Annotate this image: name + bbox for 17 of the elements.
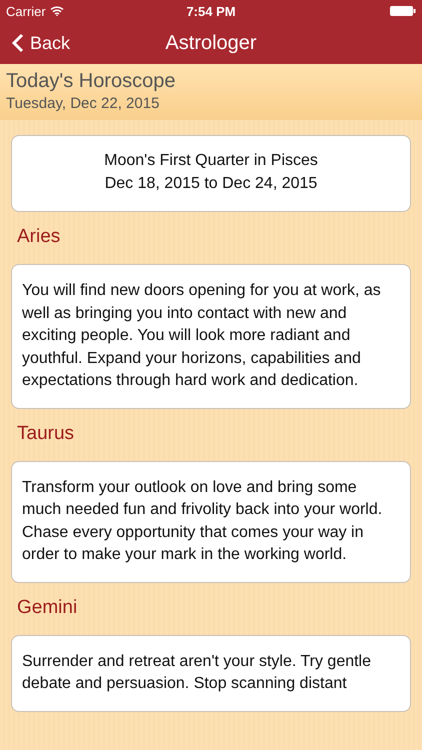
header-date: Tuesday, Dec 22, 2015 xyxy=(6,95,160,112)
horoscope-text: Transform your outlook on love and bring some much needed fun and frivolity back into your world. Chase every opportunity that comes your way in order to make your mark in the working world. xyxy=(22,478,384,565)
moon-phase-dates: Dec 18, 2015 to Dec 24, 2015 xyxy=(104,174,318,194)
horoscope-text: Surrender and retreat aren't your style. Try gentle debate and persuasion. Stop scanning distant xyxy=(22,652,372,694)
wifi-icon xyxy=(50,6,64,16)
battery-icon xyxy=(390,6,416,16)
header-title: Today's Horoscope xyxy=(6,70,176,93)
status-time: 7:54 PM xyxy=(185,4,237,18)
carrier-label: Carrier xyxy=(6,4,46,18)
sign-title: Gemini xyxy=(17,596,78,618)
sign-title: Taurus xyxy=(17,422,76,444)
sign-title: Aries xyxy=(17,226,62,248)
back-button[interactable]: Back xyxy=(0,22,78,64)
horoscope-text: You will find new doors opening for you at work, as well as bringing you into contact with new and exciting people. You will look more radiant and youthful. Expand your horizons, capabilities and expectations through hard work and dedication. xyxy=(22,281,382,391)
chevron-left-icon xyxy=(12,33,24,53)
moon-phase-text: Moon's First Quarter in Pisces xyxy=(103,151,319,171)
nav-title: Astrologer xyxy=(165,32,257,55)
